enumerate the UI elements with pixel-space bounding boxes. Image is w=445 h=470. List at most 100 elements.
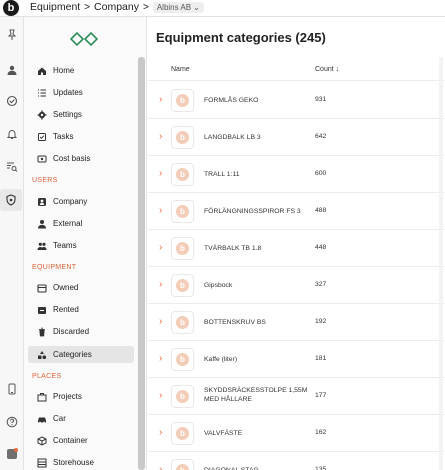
table-row[interactable]: › b DIAGONAL STAG 135: [148, 452, 445, 470]
sidebar-item-updates[interactable]: Updates: [28, 84, 134, 101]
placeholder-logo-icon: b: [176, 316, 189, 329]
category-name: VALVFÄSTE: [204, 430, 243, 437]
expand-chevron-icon[interactable]: ›: [159, 131, 162, 142]
category-name: LANGDBALK LB 3: [204, 134, 261, 141]
sidebar-item-label: Settings: [53, 110, 82, 119]
category-count: 600: [315, 170, 327, 177]
table-row[interactable]: › b VALVFÄSTE 162: [148, 415, 445, 452]
main-scrollbar[interactable]: [439, 57, 443, 470]
category-thumbnail: b: [171, 274, 194, 297]
expand-chevron-icon[interactable]: ›: [159, 168, 162, 179]
expand-chevron-icon[interactable]: ›: [159, 353, 162, 364]
sidebar-item-cost-basis[interactable]: Cost basis: [28, 150, 134, 167]
expand-chevron-icon[interactable]: ›: [159, 464, 162, 470]
team-icon: [37, 241, 47, 251]
avatar-icon[interactable]: [3, 445, 21, 463]
table-row[interactable]: › b FORMLÅS GEKO 931: [148, 82, 445, 119]
projects-icon: [37, 392, 47, 402]
device-icon[interactable]: [3, 380, 21, 398]
trash-icon: [37, 327, 47, 337]
shield-icon[interactable]: [0, 189, 22, 211]
category-count: 135: [315, 466, 327, 470]
placeholder-logo-icon: b: [176, 390, 189, 403]
sidebar-item-company[interactable]: Company: [28, 193, 134, 210]
sidebar-item-label: Teams: [53, 241, 77, 250]
sidebar-item-container[interactable]: Container: [28, 432, 134, 449]
sidebar-item-label: Company: [53, 197, 88, 206]
category-count: 642: [315, 133, 327, 140]
sidebar-item-label: Cost basis: [53, 154, 91, 163]
placeholder-logo-icon: b: [176, 279, 189, 292]
person-icon: [37, 219, 47, 229]
table-row[interactable]: › b LANGDBALK LB 3 642: [148, 119, 445, 156]
placeholder-logo-icon: b: [176, 464, 189, 470]
sidebar-item-owned[interactable]: Owned: [28, 279, 134, 296]
table-row[interactable]: › b Kaffe (liter) 181: [148, 341, 445, 378]
bell-icon[interactable]: [3, 125, 21, 143]
expand-chevron-icon[interactable]: ›: [159, 316, 162, 327]
owned-icon: [37, 283, 47, 293]
category-thumbnail: b: [171, 200, 194, 223]
category-count: 327: [315, 281, 327, 288]
sidebar-item-projects[interactable]: Projects: [28, 388, 134, 405]
sidebar-item-label: External: [53, 219, 83, 228]
category-name: TVÄRBALK TB 1.8: [204, 245, 262, 252]
table-row[interactable]: › b TVÄRBALK TB 1.8 448: [148, 230, 445, 267]
chevron-down-icon: ⌄: [193, 2, 200, 12]
org-name: Albins AB: [156, 2, 192, 12]
help-icon[interactable]: [3, 413, 21, 431]
sidebar-item-discarded[interactable]: Discarded: [28, 323, 134, 340]
sidebar-item-label: Car: [53, 414, 66, 423]
sidebar-item-home[interactable]: Home: [28, 62, 134, 79]
sidebar-item-car[interactable]: Car: [28, 410, 134, 427]
container-icon: [37, 435, 47, 446]
table-row[interactable]: › b BOTTENSKRUV BS 192: [148, 304, 445, 341]
sidebar-item-categories[interactable]: Categories: [28, 346, 134, 363]
expand-chevron-icon[interactable]: ›: [159, 94, 162, 105]
pin-icon[interactable]: [3, 26, 21, 44]
category-thumbnail: b: [171, 422, 194, 445]
sidebar-item-settings[interactable]: Settings: [28, 106, 134, 123]
expand-chevron-icon[interactable]: ›: [159, 279, 162, 290]
sidebar-item-label: Storehouse: [53, 458, 94, 467]
table-row[interactable]: › b TRALL 1:11 600: [148, 156, 445, 193]
check-circle-icon[interactable]: [3, 92, 21, 110]
breadcrumb-equipment[interactable]: Equipment: [30, 1, 80, 13]
sidebar-item-external[interactable]: External: [28, 215, 134, 232]
person-icon[interactable]: [3, 61, 21, 79]
main-content: Equipment categories (245) Name Count ↓ …: [148, 17, 445, 470]
icon-rail: [0, 17, 24, 470]
column-header-name[interactable]: Name: [171, 66, 190, 73]
gear-icon: [37, 110, 47, 120]
app-logo[interactable]: b: [3, 0, 19, 16]
expand-chevron-icon[interactable]: ›: [159, 205, 162, 216]
table-row[interactable]: › b FÖRLÄNGNINGSSPIROR FS 3 488: [148, 193, 445, 230]
column-header-count[interactable]: Count ↓: [315, 66, 339, 73]
breadcrumb-company[interactable]: Company: [94, 1, 139, 13]
table-row[interactable]: › b Gipsbock 327: [148, 267, 445, 304]
expand-chevron-icon[interactable]: ›: [159, 427, 162, 438]
sidebar-item-rented[interactable]: Rented: [28, 301, 134, 318]
sidebar-item-tasks[interactable]: Tasks: [28, 128, 134, 145]
sidebar-item-label: Projects: [53, 392, 82, 401]
sidebar-scrollbar[interactable]: [138, 57, 145, 470]
rented-icon: [37, 305, 47, 315]
sidebar-item-label: Owned: [53, 283, 79, 292]
placeholder-logo-icon: b: [176, 94, 189, 107]
category-thumbnail: b: [171, 385, 194, 408]
top-bar: b Equipment > Company > Albins AB ⌄: [0, 0, 445, 17]
expand-chevron-icon[interactable]: ›: [159, 390, 162, 401]
sidebar-item-label: Home: [53, 66, 75, 75]
sidebar-item-storehouse[interactable]: Storehouse: [28, 454, 134, 470]
storehouse-icon: [37, 458, 47, 468]
sidebar-item-teams[interactable]: Teams: [28, 237, 134, 254]
expand-chevron-icon[interactable]: ›: [159, 242, 162, 253]
section-label-places: PLACES: [32, 373, 62, 380]
org-selector[interactable]: Albins AB ⌄: [152, 1, 204, 13]
table-row[interactable]: › b SKYDDSRÄCKESSTOLPE 1,55M MED HÅLLARE 17…: [148, 378, 445, 415]
breadcrumb-separator: >: [84, 1, 91, 13]
search-list-icon[interactable]: [3, 158, 21, 176]
category-thumbnail: b: [171, 126, 194, 149]
table-header: Name Count ↓: [148, 63, 445, 81]
category-name: FORMLÅS GEKO: [204, 97, 259, 104]
